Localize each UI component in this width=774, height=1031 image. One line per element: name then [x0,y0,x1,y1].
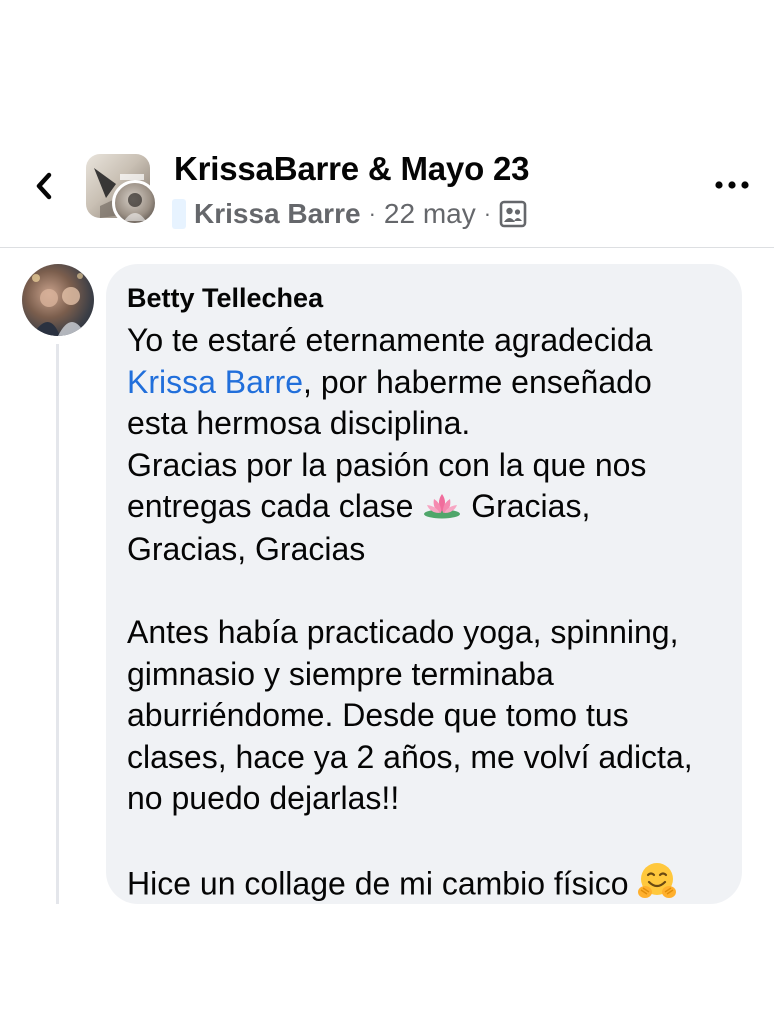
comment-text-span: entregas cada clase [127,488,423,524]
comment-line: Krissa Barre, por haberme enseñado [127,362,722,404]
hugging-face-emoji-icon [637,861,677,912]
mention-link[interactable]: Krissa Barre [127,364,303,400]
comment-line: no puedo dejarlas!! [127,780,400,817]
lotus-emoji-icon [422,488,462,530]
comment-line: Yo te estaré eternamente agradecida [127,322,653,358]
comment-line: esta hermosa disciplina. [127,405,471,441]
commenter-avatar[interactable] [22,264,94,336]
post-header: KrissaBarre & Mayo 23 Krissa Barre · 22 … [0,140,774,248]
author-highlight-mark [172,199,186,229]
comment-line: Gracias, Gracias [127,531,366,568]
comment-line: Antes había practicado yoga, spinning, [127,614,679,651]
post-comment-screen: KrissaBarre & Mayo 23 Krissa Barre · 22 … [0,0,774,1031]
group-audience-icon [499,200,527,228]
comment-line: Gracias por la pasión con la que nos [127,446,647,483]
comment-text-span: Hice un collage de mi cambio físico [127,866,638,902]
comment-text: Yo te estaré eternamente agradecida Kris… [127,320,722,912]
comment-author[interactable]: Betty Tellechea [127,282,722,314]
comment-line: clases, hace ya 2 años, me volví adicta, [127,738,693,775]
chevron-left-icon [36,172,52,200]
back-button[interactable] [24,166,64,206]
comment-text-span: , por haberme enseñado [303,363,652,400]
comment-text-span: Gracias, [462,488,591,524]
page-profile-image [112,180,158,226]
comment-line: gimnasio y siempre terminaba [127,655,554,692]
comment-bubble: Betty Tellechea Yo te estaré eternamente… [106,264,742,904]
post-meta: Krissa Barre · 22 may · [172,198,527,230]
post-date[interactable]: 22 may [384,198,476,230]
group-avatar[interactable] [86,154,158,226]
more-horizontal-icon [715,181,749,189]
post-author-link[interactable]: Krissa Barre [194,198,361,230]
post-title[interactable]: KrissaBarre & Mayo 23 [174,150,530,188]
meta-separator: · [368,201,376,226]
meta-separator: · [483,201,492,226]
comment-line: aburriéndome. Desde que tomo tus [127,697,629,734]
thread-line [56,344,59,904]
comment-line: Hice un collage de mi cambio físico [127,861,722,912]
comment-line: entregas cada clase Gracias, [127,486,722,529]
more-options-button[interactable] [712,170,752,200]
